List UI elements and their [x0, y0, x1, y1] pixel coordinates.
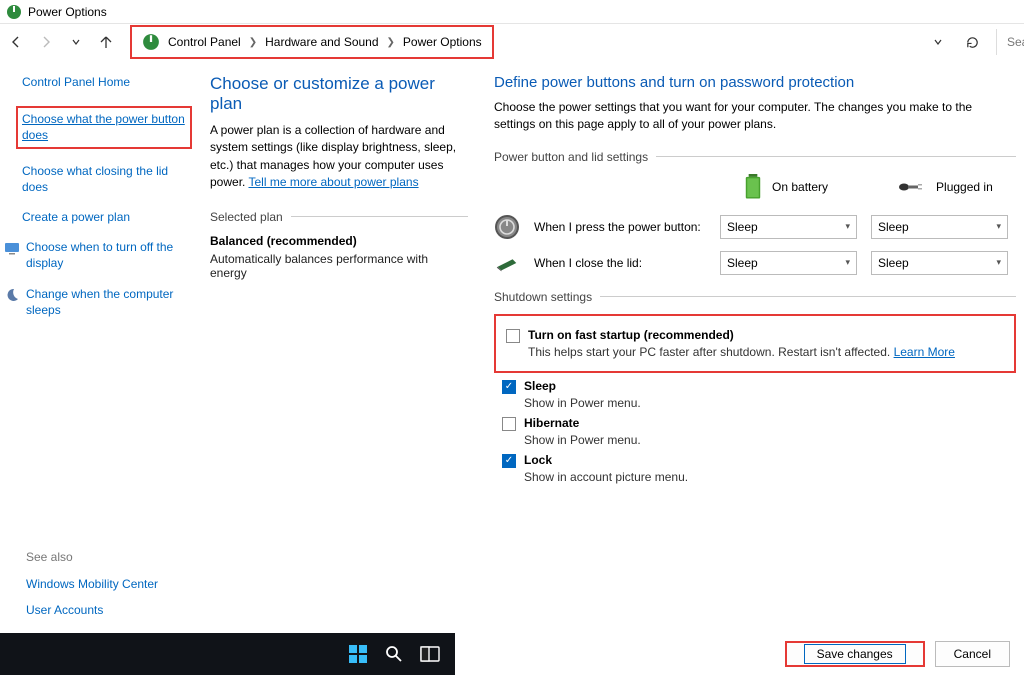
- lock-checkbox[interactable]: ✓: [502, 454, 516, 468]
- up-button[interactable]: [96, 32, 116, 52]
- power-button-lid-label: Power button and lid settings: [494, 150, 1016, 164]
- title-bar: Power Options: [0, 0, 1024, 24]
- close-lid-label: When I close the lid:: [534, 256, 706, 270]
- sidebar-link-create-plan[interactable]: Create a power plan: [22, 209, 186, 225]
- fast-startup-description: This helps start your PC faster after sh…: [528, 345, 1004, 359]
- cancel-button[interactable]: Cancel: [935, 641, 1010, 667]
- power-button-battery-select[interactable]: Sleep▾: [720, 215, 857, 239]
- learn-more-link[interactable]: Learn More: [894, 345, 955, 359]
- mobility-center-link[interactable]: Windows Mobility Center: [26, 576, 158, 592]
- power-options-icon: [6, 4, 22, 20]
- page-heading: Choose or customize a power plan: [210, 74, 468, 114]
- moon-icon: [4, 287, 20, 303]
- breadcrumb-item[interactable]: Control Panel: [168, 35, 241, 49]
- page-description: A power plan is a collection of hardware…: [210, 122, 468, 192]
- power-options-icon: [142, 33, 160, 51]
- close-lid-plugged-select[interactable]: Sleep▾: [871, 251, 1008, 275]
- chevron-down-icon: ▾: [845, 257, 850, 268]
- see-also-section: See also Windows Mobility Center User Ac…: [26, 550, 158, 628]
- sleep-checkbox[interactable]: ✓: [502, 380, 516, 394]
- search-button[interactable]: [383, 643, 405, 665]
- fast-startup-section: Turn on fast startup (recommended) This …: [494, 314, 1016, 373]
- chevron-right-icon: ❯: [387, 37, 395, 48]
- hibernate-label: Hibernate: [524, 416, 579, 430]
- plugged-in-column: Plugged in: [898, 180, 993, 194]
- display-icon: [4, 240, 20, 256]
- fast-startup-label: Turn on fast startup (recommended): [528, 328, 734, 342]
- user-accounts-link[interactable]: User Accounts: [26, 602, 158, 618]
- hibernate-description: Show in Power menu.: [524, 433, 1016, 447]
- chevron-right-icon: ❯: [249, 37, 257, 48]
- selected-plan-label: Selected plan: [210, 210, 468, 224]
- learn-more-link[interactable]: Tell me more about power plans: [248, 175, 418, 189]
- hibernate-checkbox[interactable]: [502, 417, 516, 431]
- sleep-description: Show in Power menu.: [524, 396, 1016, 410]
- on-battery-column: On battery: [744, 174, 828, 200]
- power-button-plugged-select[interactable]: Sleep▾: [871, 215, 1008, 239]
- recent-dropdown[interactable]: [66, 32, 86, 52]
- sidebar-link-power-button[interactable]: Choose what the power button does: [16, 106, 192, 148]
- chevron-down-icon: ▾: [996, 221, 1001, 232]
- power-button-icon: [494, 214, 520, 240]
- see-also-title: See also: [26, 550, 158, 564]
- power-button-label: When I press the power button:: [534, 220, 706, 234]
- battery-icon: [744, 174, 762, 200]
- close-lid-battery-select[interactable]: Sleep▾: [720, 251, 857, 275]
- sidebar-link-closing-lid[interactable]: Choose what closing the lid does: [22, 163, 186, 195]
- breadcrumb-item[interactable]: Hardware and Sound: [265, 35, 378, 49]
- back-button[interactable]: [6, 32, 26, 52]
- breadcrumb-item[interactable]: Power Options: [403, 35, 482, 49]
- chevron-down-icon: ▾: [996, 257, 1001, 268]
- plug-icon: [898, 180, 926, 194]
- refresh-button[interactable]: [962, 32, 982, 52]
- breadcrumb[interactable]: Control Panel ❯ Hardware and Sound ❯ Pow…: [130, 25, 494, 59]
- sleep-label: Sleep: [524, 379, 556, 393]
- forward-button[interactable]: [36, 32, 56, 52]
- address-dropdown[interactable]: [928, 32, 948, 52]
- plan-name: Balanced (recommended): [210, 234, 468, 248]
- plan-description: Automatically balances performance with …: [210, 252, 468, 280]
- section-heading: Define power buttons and turn on passwor…: [494, 74, 1016, 91]
- taskview-button[interactable]: [419, 643, 441, 665]
- save-button[interactable]: Save changes: [785, 641, 925, 667]
- window-title: Power Options: [28, 5, 107, 19]
- section-description: Choose the power settings that you want …: [494, 99, 1016, 134]
- shutdown-settings-label: Shutdown settings: [494, 290, 1016, 304]
- control-panel-home-link[interactable]: Control Panel Home: [22, 74, 186, 90]
- search-input[interactable]: Sea: [996, 29, 1018, 55]
- chevron-down-icon: ▾: [845, 221, 850, 232]
- lock-description: Show in account picture menu.: [524, 470, 1016, 484]
- sidebar-link-sleep[interactable]: Change when the computer sleeps: [26, 286, 186, 318]
- sidebar-link-display-off[interactable]: Choose when to turn off the display: [26, 239, 186, 271]
- fast-startup-checkbox[interactable]: [506, 329, 520, 343]
- laptop-lid-icon: [494, 250, 520, 276]
- taskbar: [0, 633, 455, 675]
- sidebar: Control Panel Home Choose what the power…: [0, 60, 198, 496]
- nav-row: Control Panel ❯ Hardware and Sound ❯ Pow…: [0, 24, 1024, 60]
- start-button[interactable]: [347, 643, 369, 665]
- lock-label: Lock: [524, 453, 552, 467]
- footer-buttons: Save changes Cancel: [785, 641, 1010, 667]
